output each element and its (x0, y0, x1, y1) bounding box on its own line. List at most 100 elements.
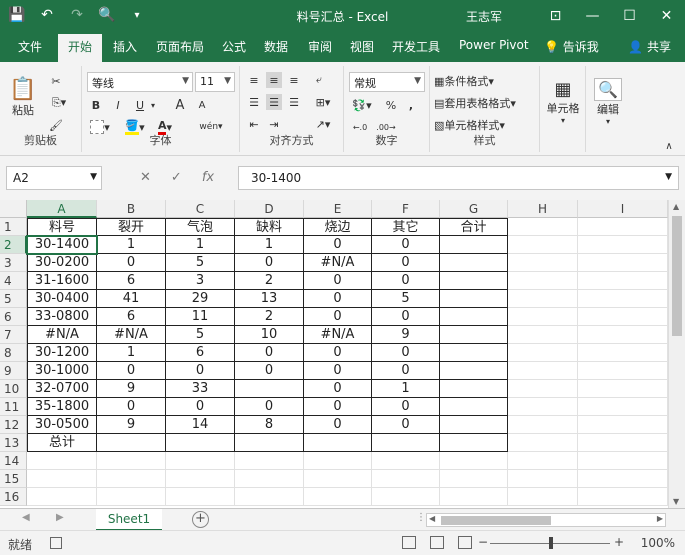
cell-b10[interactable]: 9 (97, 380, 166, 398)
cell-d9[interactable]: 0 (235, 362, 304, 380)
comma-style-icon[interactable]: , (404, 96, 418, 114)
zoom-in-icon[interactable]: + (614, 535, 624, 549)
cell-d7[interactable]: 10 (235, 326, 304, 344)
cell-f7[interactable]: 9 (372, 326, 440, 344)
cell-a13[interactable]: 总计 (27, 434, 97, 452)
tab-developer[interactable]: 开发工具 (392, 38, 440, 55)
sheet-tab-sheet1[interactable]: Sheet1 (96, 509, 162, 531)
cell-d14[interactable] (235, 452, 304, 470)
spreadsheet-grid[interactable]: ▲ ▼ A B C D E F G H I 1 料号 裂开 气泡 缺料 烧边 其它 合计 2 30-1400 1 1 1 0… (0, 200, 685, 508)
cell-i16[interactable] (578, 488, 668, 506)
cell-e8[interactable]: 0 (304, 344, 372, 362)
cell-b9[interactable]: 0 (97, 362, 166, 380)
cell-g10[interactable] (440, 380, 508, 398)
cell-c14[interactable] (166, 452, 235, 470)
vertical-scroll-thumb[interactable] (672, 216, 682, 336)
cell-c12[interactable]: 14 (166, 416, 235, 434)
cell-d2[interactable]: 1 (235, 236, 304, 254)
cell-f5[interactable]: 5 (372, 290, 440, 308)
cell-a15[interactable] (27, 470, 97, 488)
cell-f16[interactable] (372, 488, 440, 506)
cell-f2[interactable]: 0 (372, 236, 440, 254)
cell-a3[interactable]: 30-0200 (27, 254, 97, 272)
cell-c7[interactable]: 5 (166, 326, 235, 344)
number-format-select[interactable]: 常规 ▼ (349, 72, 425, 92)
cell-i11[interactable] (578, 398, 668, 416)
cell-d1[interactable]: 缺料 (235, 218, 304, 236)
cell-i1[interactable] (578, 218, 668, 236)
font-name-select[interactable]: 等线 ▼ (87, 72, 193, 92)
cell-g7[interactable] (440, 326, 508, 344)
cell-f12[interactable]: 0 (372, 416, 440, 434)
row-header-14[interactable]: 14 (0, 452, 27, 470)
cell-a6[interactable]: 33-0800 (27, 308, 97, 326)
column-header-a[interactable]: A (27, 200, 97, 218)
row-header-9[interactable]: 9 (0, 362, 27, 380)
column-header-i[interactable]: I (578, 200, 668, 218)
cell-h16[interactable] (508, 488, 578, 506)
cell-h1[interactable] (508, 218, 578, 236)
cell-i6[interactable] (578, 308, 668, 326)
cell-g12[interactable] (440, 416, 508, 434)
cell-e11[interactable]: 0 (304, 398, 372, 416)
tab-power-pivot[interactable]: Power Pivot (459, 38, 529, 52)
cell-b4[interactable]: 6 (97, 272, 166, 290)
copy-icon[interactable]: ⎘▾ (46, 94, 72, 112)
cell-g13[interactable] (440, 434, 508, 452)
align-bottom-icon[interactable]: ≡ (286, 72, 302, 88)
tab-view[interactable]: 视图 (350, 38, 374, 55)
cell-f10[interactable]: 1 (372, 380, 440, 398)
cell-b2[interactable]: 1 (97, 236, 166, 254)
cell-g8[interactable] (440, 344, 508, 362)
paste-button[interactable]: 📋 粘贴 (8, 72, 38, 122)
name-box[interactable]: A2 ▼ (6, 166, 102, 190)
row-header-11[interactable]: 11 (0, 398, 27, 416)
cell-d10[interactable] (235, 380, 304, 398)
macro-record-icon[interactable] (50, 537, 62, 549)
align-middle-icon[interactable]: ≡ (266, 72, 282, 88)
cell-i9[interactable] (578, 362, 668, 380)
cell-h5[interactable] (508, 290, 578, 308)
merge-center-icon[interactable]: ⊞▾ (310, 94, 336, 110)
cell-c2[interactable]: 1 (166, 236, 235, 254)
undo-icon[interactable]: ↶ (38, 6, 56, 24)
cell-e3[interactable]: #N/A (304, 254, 372, 272)
cell-h6[interactable] (508, 308, 578, 326)
cell-b11[interactable]: 0 (97, 398, 166, 416)
cell-h11[interactable] (508, 398, 578, 416)
cell-h9[interactable] (508, 362, 578, 380)
cell-c9[interactable]: 0 (166, 362, 235, 380)
redo-icon[interactable]: ↷ (68, 6, 86, 24)
cell-g15[interactable] (440, 470, 508, 488)
cell-c13[interactable] (166, 434, 235, 452)
cell-c5[interactable]: 29 (166, 290, 235, 308)
cell-i4[interactable] (578, 272, 668, 290)
cell-f4[interactable]: 0 (372, 272, 440, 290)
cell-d3[interactable]: 0 (235, 254, 304, 272)
cell-b15[interactable] (97, 470, 166, 488)
row-header-4[interactable]: 4 (0, 272, 27, 290)
cell-e13[interactable] (304, 434, 372, 452)
cut-icon[interactable]: ✂ (46, 72, 66, 90)
cell-c6[interactable]: 11 (166, 308, 235, 326)
cell-a12[interactable]: 30-0500 (27, 416, 97, 434)
cell-h10[interactable] (508, 380, 578, 398)
normal-view-icon[interactable] (402, 536, 416, 549)
row-header-3[interactable]: 3 (0, 254, 27, 272)
decrease-indent-icon[interactable]: ⇤ (246, 116, 262, 132)
tell-me[interactable]: 💡 告诉我 (544, 38, 599, 55)
cell-d5[interactable]: 13 (235, 290, 304, 308)
cell-i14[interactable] (578, 452, 668, 470)
editing-button[interactable]: 🔍 编辑 ▾ (590, 72, 626, 132)
cell-f9[interactable]: 0 (372, 362, 440, 380)
italic-button[interactable]: I (110, 96, 126, 114)
cell-h13[interactable] (508, 434, 578, 452)
cell-i13[interactable] (578, 434, 668, 452)
cell-i15[interactable] (578, 470, 668, 488)
check-icon[interactable]: ✓ (171, 170, 182, 185)
shrink-font-button[interactable]: A (194, 96, 210, 114)
scroll-up-icon[interactable]: ▲ (673, 202, 679, 211)
column-header-c[interactable]: C (166, 200, 235, 218)
row-header-7[interactable]: 7 (0, 326, 27, 344)
tab-home[interactable]: 开始 (58, 34, 103, 62)
